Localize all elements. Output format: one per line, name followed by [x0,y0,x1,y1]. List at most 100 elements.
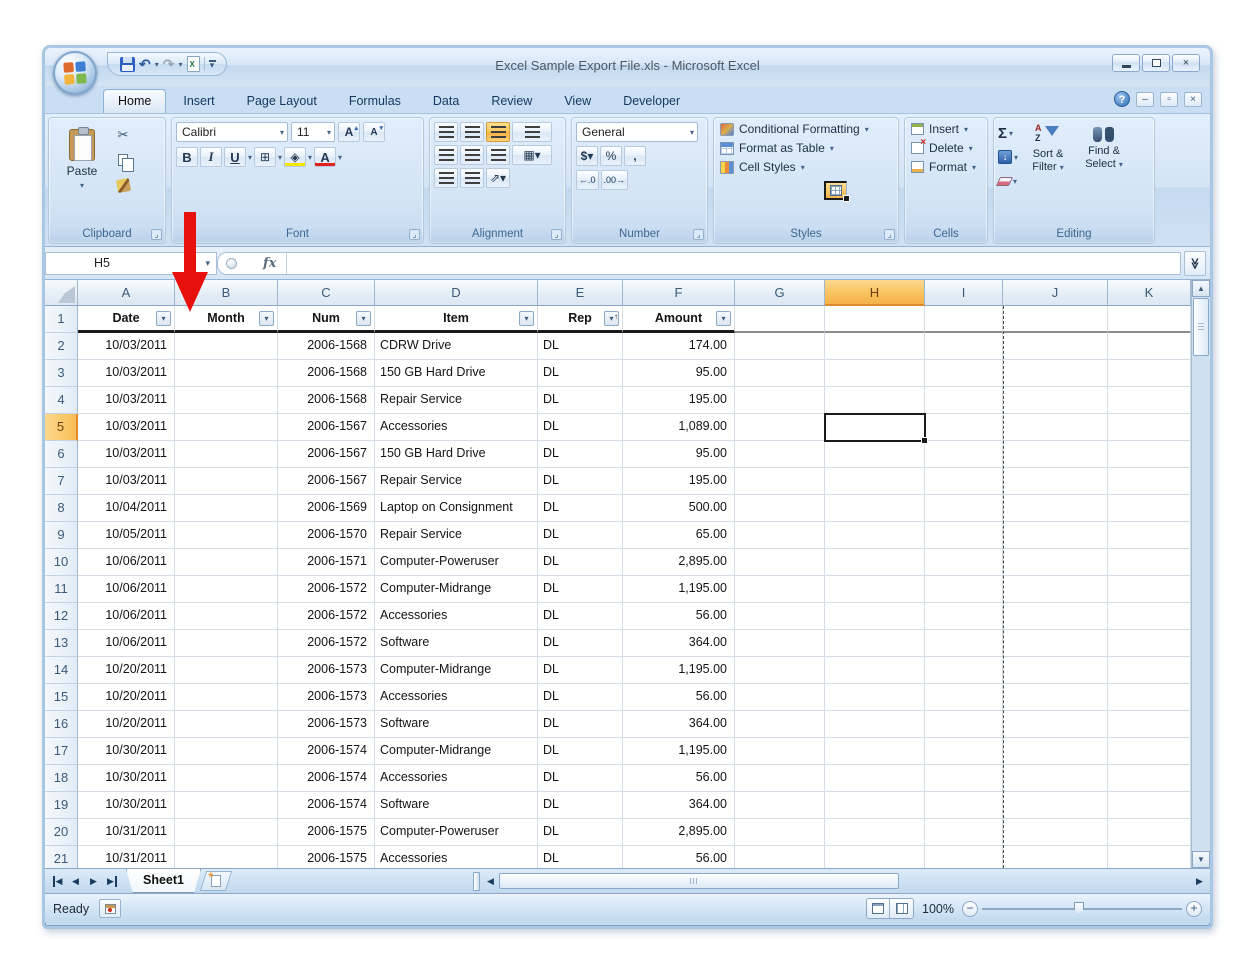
cell[interactable] [735,684,825,711]
horizontal-scroll-track[interactable] [499,873,947,890]
cell[interactable]: 10/03/2011 [78,360,175,387]
cell[interactable]: 10/30/2011 [78,765,175,792]
cell[interactable] [1003,711,1108,738]
page-break-view-button[interactable] [890,899,913,918]
row-header-11[interactable]: 11 [45,576,78,603]
cell[interactable] [1108,549,1191,576]
cell[interactable]: 2006-1568 [278,360,375,387]
tab-view[interactable]: View [549,89,606,113]
cell[interactable]: Computer-Midrange [375,657,538,684]
cell[interactable] [175,387,278,414]
sheet-tab-sheet1[interactable]: Sheet1 [126,869,201,893]
cell[interactable]: Accessories [375,684,538,711]
row-header-15[interactable]: 15 [45,684,78,711]
cell[interactable] [1108,684,1191,711]
cell[interactable] [925,846,1003,868]
currency-format-button[interactable]: $▾ [576,146,598,166]
cell[interactable] [1003,495,1108,522]
cell[interactable]: 174.00 [623,333,735,360]
cell[interactable] [1003,441,1108,468]
minimize-button[interactable] [1112,54,1140,72]
header-cell-month[interactable]: Month▾ [175,306,278,333]
row-header-6[interactable]: 6 [45,441,78,468]
workbook-restore-button[interactable]: ▫ [1160,92,1178,107]
header-cell-amount[interactable]: Amount▾ [623,306,735,333]
cell[interactable]: 10/06/2011 [78,576,175,603]
cell[interactable] [175,765,278,792]
header-cell-date[interactable]: Date▾ [78,306,175,333]
cell[interactable] [1108,333,1191,360]
cell[interactable] [825,468,925,495]
cell[interactable] [175,495,278,522]
cell[interactable]: DL [538,657,623,684]
fill-color-button[interactable]: ◈ [284,147,306,167]
cell[interactable]: 2006-1567 [278,414,375,441]
comma-format-button[interactable]: , [624,146,646,166]
cell[interactable]: DL [538,711,623,738]
cell[interactable] [1108,603,1191,630]
cell[interactable]: Software [375,711,538,738]
cell[interactable] [925,441,1003,468]
zoom-out-icon[interactable]: − [962,901,978,917]
column-header-J[interactable]: J [1003,280,1108,306]
cell[interactable]: 2006-1572 [278,630,375,657]
italic-button[interactable]: I [200,147,222,167]
cell[interactable] [925,306,1003,333]
vertical-scrollbar[interactable]: ▲ ▼ [1191,280,1210,868]
cell-styles-button[interactable]: Cell Styles▾ [718,160,894,174]
cell[interactable] [1108,792,1191,819]
cell[interactable]: DL [538,684,623,711]
cell[interactable]: Software [375,630,538,657]
cell[interactable] [1003,576,1108,603]
cell[interactable] [1003,549,1108,576]
align-right-button[interactable] [486,145,510,165]
macro-record-button[interactable] [99,899,121,918]
filter-button[interactable]: ▾ [519,311,534,326]
cell[interactable]: 2006-1567 [278,468,375,495]
cell[interactable]: Accessories [375,603,538,630]
column-header-C[interactable]: C [278,280,375,306]
workbook-close-button[interactable]: × [1184,92,1202,107]
format-cells-button[interactable]: Format▾ [909,160,983,174]
cell[interactable]: 2006-1574 [278,792,375,819]
borders-dropdown-icon[interactable]: ▾ [278,153,282,162]
cell[interactable] [1003,603,1108,630]
cell[interactable] [1108,819,1191,846]
align-left-button[interactable] [434,145,458,165]
tab-formulas[interactable]: Formulas [334,89,416,113]
cell[interactable]: 195.00 [623,468,735,495]
conditional-formatting-button[interactable]: Conditional Formatting▾ [718,122,894,136]
cell[interactable]: Computer-Midrange [375,576,538,603]
delete-cells-button[interactable]: Delete▾ [909,141,983,155]
cell[interactable]: DL [538,603,623,630]
tab-insert[interactable]: Insert [168,89,229,113]
row-header-18[interactable]: 18 [45,765,78,792]
align-center-button[interactable] [460,145,484,165]
cell[interactable] [1003,684,1108,711]
cell[interactable]: Repair Service [375,468,538,495]
cell[interactable] [825,306,925,333]
cell[interactable]: 10/03/2011 [78,468,175,495]
cell[interactable]: 10/20/2011 [78,711,175,738]
scroll-left-icon[interactable]: ◀ [482,873,499,890]
cell[interactable] [825,819,925,846]
column-header-F[interactable]: F [623,280,735,306]
cell[interactable] [735,549,825,576]
cell[interactable]: 56.00 [623,765,735,792]
cell[interactable] [735,414,825,441]
cell[interactable]: 56.00 [623,603,735,630]
filter-button[interactable]: ▾ [259,311,274,326]
cell[interactable]: 10/06/2011 [78,549,175,576]
row-header-9[interactable]: 9 [45,522,78,549]
page-layout-view-button[interactable] [867,899,890,918]
cell[interactable] [925,711,1003,738]
cell[interactable] [925,468,1003,495]
cell[interactable]: 2006-1571 [278,549,375,576]
cell[interactable] [175,792,278,819]
cell[interactable]: Accessories [375,414,538,441]
cell[interactable]: 2006-1570 [278,522,375,549]
cell[interactable] [925,414,1003,441]
close-button[interactable]: × [1172,54,1200,72]
cell[interactable] [925,360,1003,387]
row-header-7[interactable]: 7 [45,468,78,495]
